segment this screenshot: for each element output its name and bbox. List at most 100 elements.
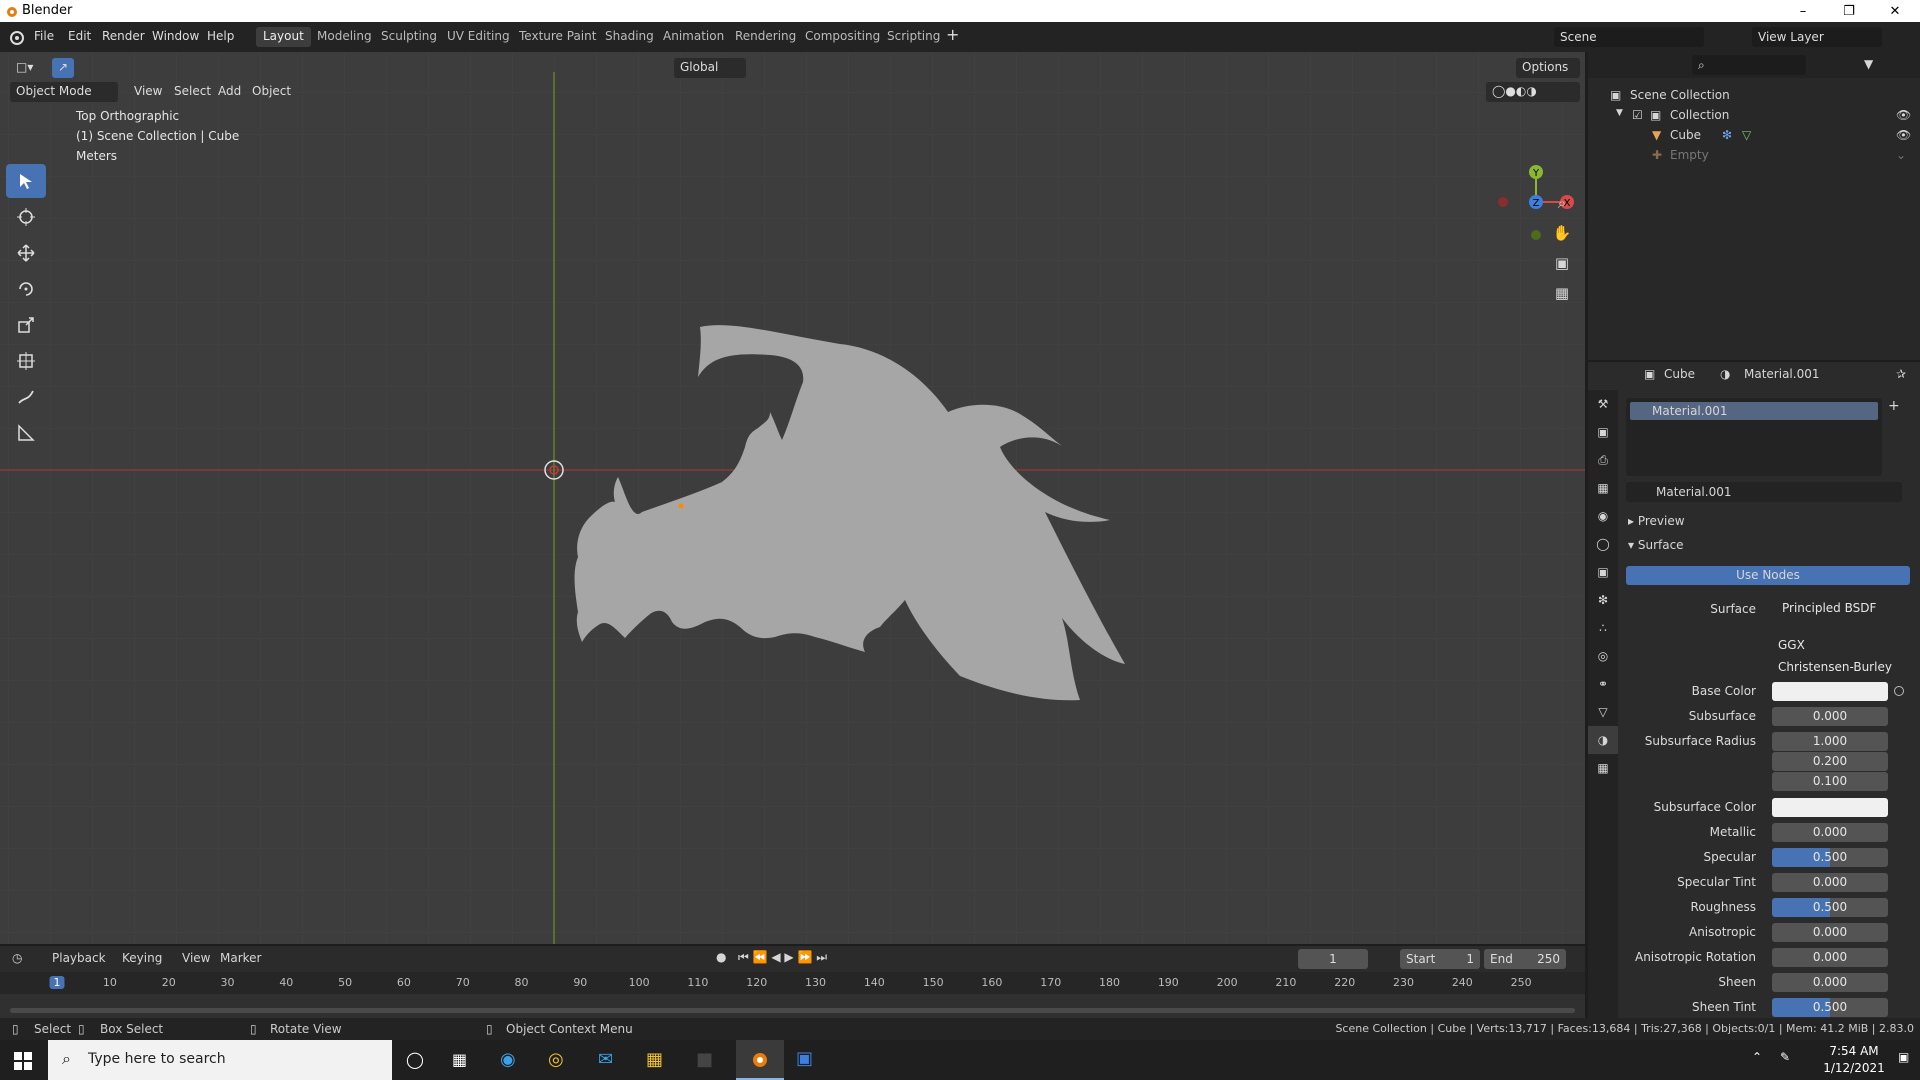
blender-taskbar-button[interactable] <box>736 1040 784 1080</box>
tab-scripting[interactable]: Scripting <box>880 27 947 47</box>
select-mode-button[interactable]: ↗ <box>52 58 74 78</box>
edge-browser-icon[interactable]: ◉ <box>500 1049 516 1070</box>
sheen-tint-slider[interactable]: 0.500 <box>1772 998 1888 1017</box>
specular-tint-field[interactable]: 0.000 <box>1772 873 1888 892</box>
menu-marker[interactable]: Marker <box>220 951 261 965</box>
render-tab-icon[interactable]: ▣ <box>1588 418 1618 446</box>
tab-texture-paint[interactable]: Texture Paint <box>512 27 603 47</box>
subsurface-field[interactable]: 0.000 <box>1772 707 1888 726</box>
menu-keying[interactable]: Keying <box>122 951 162 965</box>
tab-compositing[interactable]: Compositing <box>798 27 887 47</box>
subsurface-radius-z-field[interactable]: 0.100 <box>1772 772 1888 791</box>
filter-icon[interactable]: ▼ <box>1864 57 1873 71</box>
menu-window[interactable]: Window <box>152 29 199 43</box>
object-tab-icon[interactable]: ▣ <box>1588 558 1618 586</box>
menu-playback[interactable]: Playback <box>52 951 106 965</box>
blender-menu-icon[interactable] <box>8 29 24 45</box>
close-button[interactable]: ✕ <box>1872 0 1918 22</box>
tab-animation[interactable]: Animation <box>656 27 731 47</box>
tool-tab-icon[interactable]: ⚒ <box>1588 390 1618 418</box>
menu-add[interactable]: Add <box>212 82 247 102</box>
end-frame-field[interactable]: End 250 <box>1484 949 1566 969</box>
measure-tool-icon[interactable] <box>6 416 46 450</box>
outliner-row-collection[interactable]: ▼ ☑ ▣ Collection 👁 <box>1588 106 1920 126</box>
mesh-data-icon[interactable]: ▽ <box>1742 128 1751 142</box>
start-frame-field[interactable]: Start 1 <box>1400 949 1480 969</box>
menu-view[interactable]: View <box>128 82 168 102</box>
tab-uv-editing[interactable]: UV Editing <box>440 27 517 47</box>
subsurface-method-dropdown[interactable]: Christensen-Burley <box>1772 658 1904 677</box>
taskbar-search-box[interactable]: ⌕ Type here to search <box>48 1040 392 1080</box>
pan-hand-icon[interactable]: ✋ <box>1550 224 1574 254</box>
visibility-eye-icon[interactable]: 👁 <box>1896 108 1911 122</box>
zoom-icon[interactable]: ⌕ <box>1550 194 1574 224</box>
metallic-field[interactable]: 0.000 <box>1772 823 1888 842</box>
cursor-tool-icon[interactable] <box>6 200 46 234</box>
use-nodes-button[interactable]: Use Nodes <box>1626 566 1910 585</box>
modifier-tab-icon[interactable]: ❇ <box>1588 586 1618 614</box>
view-layer-tab-icon[interactable]: ▦ <box>1588 474 1618 502</box>
frame-ruler[interactable]: 1 10 20 30 40 50 60 70 80 90 100 110 120 130 140 150 160… <box>0 972 1585 994</box>
annotate-tool-icon[interactable] <box>6 380 46 414</box>
cortana-icon[interactable]: ◯ <box>406 1050 424 1069</box>
transform-orientation-dropdown[interactable]: Global <box>674 58 746 78</box>
specular-slider[interactable]: 0.500 <box>1772 848 1888 867</box>
tab-shading[interactable]: Shading <box>598 27 661 47</box>
surface-panel-header[interactable]: ▾ Surface <box>1628 538 1684 552</box>
view-layer-selector[interactable]: View Layer <box>1752 27 1882 47</box>
scene-tab-icon[interactable]: ◉ <box>1588 502 1618 530</box>
subsurface-radius-y-field[interactable]: 0.200 <box>1772 752 1888 771</box>
world-tab-icon[interactable]: ◯ <box>1588 530 1618 558</box>
outliner-search-input[interactable]: ⌕ <box>1692 55 1806 75</box>
output-tab-icon[interactable]: ⎙ <box>1588 446 1618 474</box>
current-frame-field[interactable]: 1 <box>1298 949 1368 969</box>
tab-modeling[interactable]: Modeling <box>310 27 379 47</box>
editor-type-button[interactable]: □▾ <box>10 58 50 78</box>
minimize-button[interactable]: – <box>1780 0 1826 22</box>
playback-controls-icon[interactable]: ⏮ ⏪ ◀ ▶ ⏩ ⏭ <box>738 950 827 965</box>
move-tool-icon[interactable] <box>6 236 46 270</box>
pen-icon[interactable]: ✎ <box>1780 1050 1790 1064</box>
menu-file[interactable]: File <box>34 29 54 43</box>
menu-render[interactable]: Render <box>102 29 145 43</box>
base-color-socket-icon[interactable] <box>1894 686 1904 696</box>
zoom-app-icon[interactable]: ▣ <box>796 1048 813 1069</box>
add-slot-button[interactable]: + <box>1888 398 1900 414</box>
outliner-row-cube[interactable]: ▼ Cube ❇ ▽ 👁 <box>1588 126 1920 146</box>
base-color-swatch[interactable] <box>1772 682 1888 701</box>
mail-icon[interactable]: ✉ <box>598 1049 613 1070</box>
add-workspace-button[interactable]: + <box>946 25 959 44</box>
anisotropic-field[interactable]: 0.000 <box>1772 923 1888 942</box>
tab-sculpting[interactable]: Sculpting <box>374 27 444 47</box>
pin-icon[interactable]: ✰ <box>1896 367 1906 381</box>
object-mode-dropdown[interactable]: Object Mode <box>10 82 118 102</box>
expand-arrow-icon[interactable]: ▼ <box>1616 108 1623 118</box>
outliner-row-empty[interactable]: ✚ Empty ⌄ <box>1588 146 1920 166</box>
visibility-hidden-icon[interactable]: ⌄ <box>1896 148 1906 162</box>
material-tab-icon[interactable]: ◑ <box>1588 726 1618 754</box>
outliner-row-scene-collection[interactable]: ▣ Scene Collection <box>1588 86 1920 106</box>
task-view-icon[interactable]: ▦ <box>452 1050 467 1069</box>
restore-button[interactable]: ❐ <box>1826 0 1872 22</box>
select-box-tool-icon[interactable] <box>6 164 46 198</box>
options-dropdown[interactable]: Options <box>1516 58 1580 78</box>
menu-object[interactable]: Object <box>246 82 297 102</box>
clock-time[interactable]: 7:54 AM <box>1810 1044 1898 1058</box>
windows-start-icon[interactable] <box>14 1052 32 1070</box>
data-tab-icon[interactable]: ▽ <box>1588 698 1618 726</box>
preview-panel-header[interactable]: ▸ Preview <box>1628 514 1685 528</box>
menu-select[interactable]: Select <box>168 82 217 102</box>
constraints-tab-icon[interactable]: ⚭ <box>1588 670 1618 698</box>
notifications-icon[interactable]: ▣ <box>1898 1050 1909 1064</box>
texture-tab-icon[interactable]: ▦ <box>1588 754 1618 782</box>
transform-tool-icon[interactable] <box>6 344 46 378</box>
material-selector[interactable]: Material.001 <box>1626 482 1902 502</box>
sheen-field[interactable]: 0.000 <box>1772 973 1888 992</box>
menu-help[interactable]: Help <box>207 29 234 43</box>
scale-tool-icon[interactable] <box>6 308 46 342</box>
distribution-dropdown[interactable]: GGX <box>1772 636 1904 655</box>
app-icon[interactable]: ■ <box>696 1049 713 1070</box>
tab-rendering[interactable]: Rendering <box>728 27 803 47</box>
rotate-tool-icon[interactable] <box>6 272 46 306</box>
visibility-eye-icon[interactable]: 👁 <box>1896 128 1911 142</box>
